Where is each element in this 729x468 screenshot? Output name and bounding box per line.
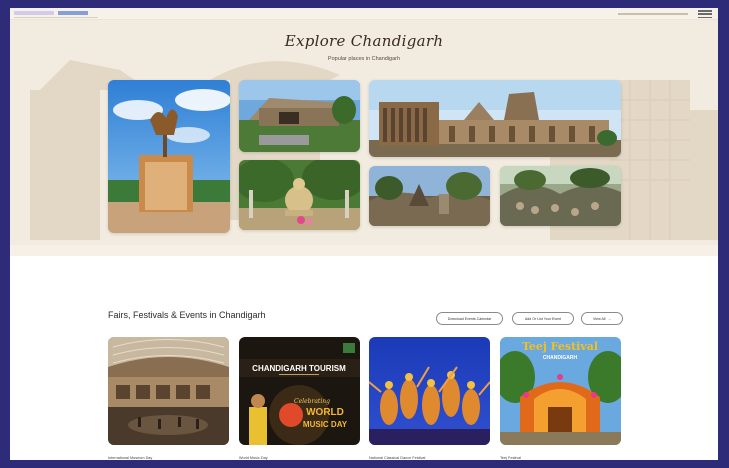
- event-card-classical-dance-festival[interactable]: [369, 337, 490, 445]
- government-museum-photo[interactable]: [239, 80, 360, 152]
- event-card-museum-day[interactable]: [108, 337, 229, 445]
- event-caption-teej-festival[interactable]: Teej Festival: [500, 456, 521, 460]
- chandigarh-tourism-logo[interactable]: [14, 9, 98, 19]
- top-utility-links[interactable]: [618, 12, 688, 16]
- svg-text:MUSIC DAY: MUSIC DAY: [303, 420, 348, 429]
- explore-subtitle: Popular places in Chandigarh: [327, 56, 401, 62]
- open-hand-monument-photo[interactable]: [108, 80, 230, 233]
- top-navigation-bar: [10, 8, 718, 20]
- event-card-teej-festival[interactable]: Teej Festival CHANDIGARH: [500, 337, 621, 445]
- rock-garden-sculptures-photo[interactable]: [500, 166, 621, 226]
- buddha-statue-garden-photo[interactable]: [239, 160, 360, 230]
- teej-banner-text: Teej Festival: [522, 340, 598, 353]
- capitol-complex-photo[interactable]: [369, 80, 621, 157]
- event-card-world-music-day[interactable]: CHANDIGARH TOURISM Celebrating WORLD MUS…: [239, 337, 360, 445]
- view-all-label: View All: [592, 316, 606, 321]
- rock-garden-photo[interactable]: [369, 166, 490, 226]
- explore-hero-section: Explore Chandigarh Popular places in Cha…: [10, 20, 718, 256]
- explore-title: Explore Chandigarh: [284, 32, 444, 50]
- add-event-button[interactable]: Add Or List Your Event: [512, 312, 574, 325]
- event-caption-classical-dance[interactable]: National Classical Dance Festival: [369, 456, 425, 460]
- card-title-text: CHANDIGARH TOURISM: [252, 364, 346, 373]
- download-events-calendar-button[interactable]: Download Events Calendar: [436, 312, 503, 325]
- view-all-button[interactable]: View All →: [581, 312, 623, 325]
- event-caption-world-music-day[interactable]: World Music Day: [239, 456, 268, 460]
- events-section-title: Fairs, Festivals & Events in Chandigarh: [108, 310, 266, 320]
- card-script-text: Celebrating: [294, 398, 330, 405]
- hamburger-menu-icon[interactable]: [698, 10, 712, 18]
- svg-text:WORLD: WORLD: [306, 407, 344, 418]
- arrow-right-icon: →: [607, 316, 612, 321]
- browser-viewport: Explore Chandigarh Popular places in Cha…: [10, 8, 718, 460]
- event-caption-museum-day[interactable]: International Museum Day: [108, 456, 152, 460]
- teej-subbanner-text: CHANDIGARH: [543, 355, 578, 361]
